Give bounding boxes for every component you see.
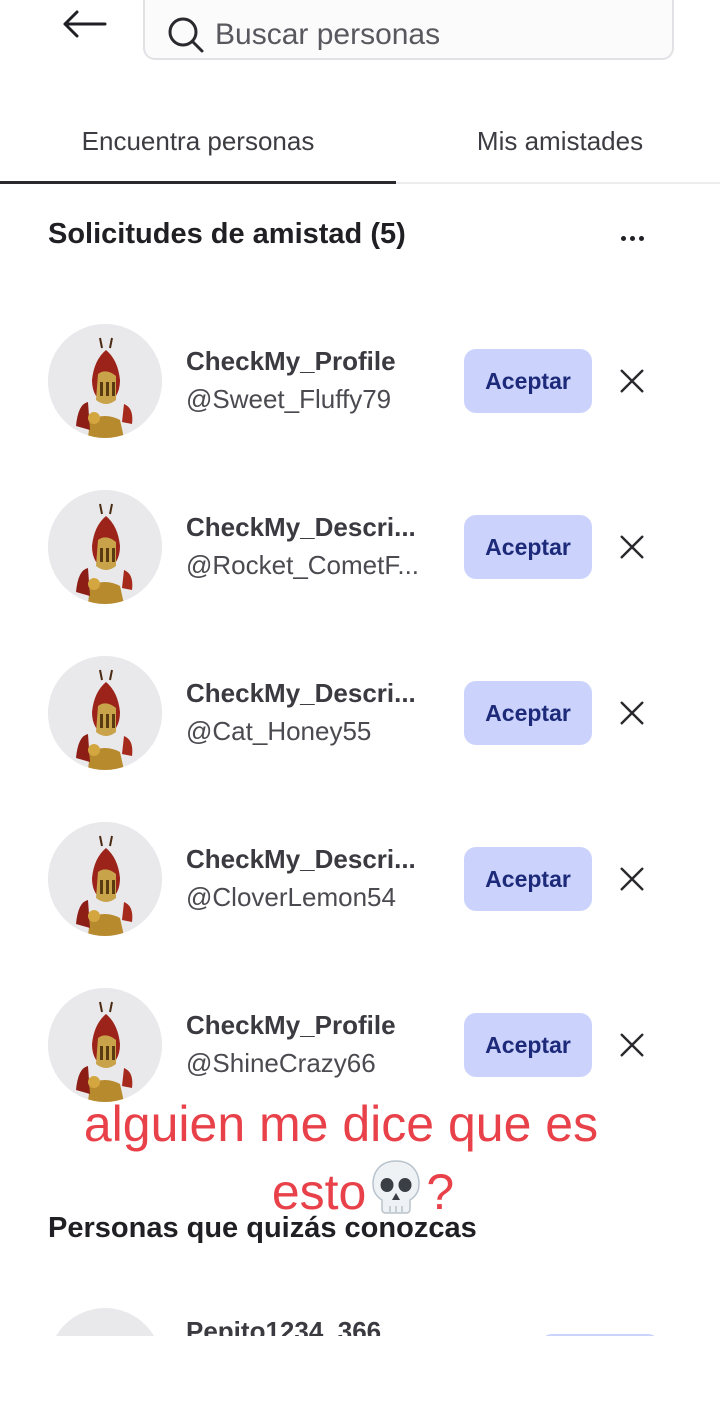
accept-button[interactable]: Aceptar bbox=[464, 515, 592, 579]
active-tab-indicator bbox=[0, 181, 396, 184]
decline-button[interactable] bbox=[612, 859, 652, 899]
tab-bar: Encuentra personas Mis amistades bbox=[0, 100, 720, 184]
search-bar[interactable] bbox=[143, 0, 674, 60]
top-bar bbox=[0, 0, 720, 80]
search-icon bbox=[168, 17, 204, 53]
display-name[interactable]: CheckMy_Descri... bbox=[186, 678, 436, 709]
accept-button[interactable]: Aceptar bbox=[464, 847, 592, 911]
skull-emoji-icon bbox=[372, 1160, 421, 1214]
friend-request-row: CheckMy_Descri... @CloverLemon54 Aceptar bbox=[0, 822, 720, 942]
overlay-caption: alguien me dice que es esto ? bbox=[0, 1090, 720, 1226]
suggestion-row: Pepito1234_366 bbox=[0, 1306, 720, 1336]
friend-request-row: CheckMy_Profile @ShineCrazy66 Aceptar bbox=[0, 988, 720, 1108]
close-icon bbox=[618, 699, 646, 727]
close-icon bbox=[618, 1031, 646, 1059]
avatar[interactable] bbox=[48, 1308, 162, 1336]
display-name[interactable]: Pepito1234_366 bbox=[186, 1316, 436, 1336]
close-icon bbox=[618, 533, 646, 561]
decline-button[interactable] bbox=[612, 361, 652, 401]
decline-button[interactable] bbox=[612, 693, 652, 733]
tab-label: Encuentra personas bbox=[81, 125, 315, 156]
close-icon bbox=[618, 367, 646, 395]
accept-button[interactable]: Aceptar bbox=[464, 681, 592, 745]
more-options-button[interactable] bbox=[612, 218, 652, 258]
avatar[interactable] bbox=[48, 324, 162, 438]
avatar[interactable] bbox=[48, 988, 162, 1102]
display-name[interactable]: CheckMy_Profile bbox=[186, 346, 436, 377]
display-name[interactable]: CheckMy_Profile bbox=[186, 1010, 436, 1041]
display-name[interactable]: CheckMy_Descri... bbox=[186, 512, 436, 543]
username: @Rocket_CometF... bbox=[186, 550, 420, 580]
display-name[interactable]: CheckMy_Descri... bbox=[186, 844, 436, 875]
more-dot bbox=[629, 235, 635, 241]
avatar[interactable] bbox=[48, 656, 162, 770]
search-input[interactable] bbox=[215, 18, 645, 52]
more-horizontal-icon bbox=[620, 235, 626, 241]
bottom-blank bbox=[0, 1336, 720, 1420]
decline-button[interactable] bbox=[612, 1025, 652, 1065]
tab-find-people[interactable]: Encuentra personas bbox=[0, 100, 396, 184]
friend-request-row: CheckMy_Profile @Sweet_Fluffy79 Aceptar bbox=[0, 324, 720, 444]
arrow-left-icon bbox=[63, 10, 107, 38]
username: @CloverLemon54 bbox=[186, 882, 396, 912]
username: @Sweet_Fluffy79 bbox=[186, 384, 392, 414]
username: @ShineCrazy66 bbox=[186, 1048, 376, 1078]
decline-button[interactable] bbox=[612, 527, 652, 567]
friend-request-row: CheckMy_Descri... @Cat_Honey55 Aceptar bbox=[0, 656, 720, 776]
username: @Cat_Honey55 bbox=[186, 716, 372, 746]
suggestions-title: Personas que quizás conozcas bbox=[48, 1212, 477, 1244]
accept-button[interactable]: Aceptar bbox=[464, 349, 592, 413]
friend-requests-title: Solicitudes de amistad (5) bbox=[48, 218, 406, 250]
tab-my-friends[interactable]: Mis amistades bbox=[400, 100, 720, 182]
more-dot bbox=[638, 235, 644, 241]
avatar[interactable] bbox=[48, 822, 162, 936]
accept-button[interactable]: Aceptar bbox=[464, 1013, 592, 1077]
tab-label: Mis amistades bbox=[476, 125, 644, 156]
back-button[interactable] bbox=[58, 4, 110, 44]
close-icon bbox=[618, 865, 646, 893]
friend-request-row: CheckMy_Descri... @Rocket_CometF... Acep… bbox=[0, 490, 720, 610]
avatar[interactable] bbox=[48, 490, 162, 604]
